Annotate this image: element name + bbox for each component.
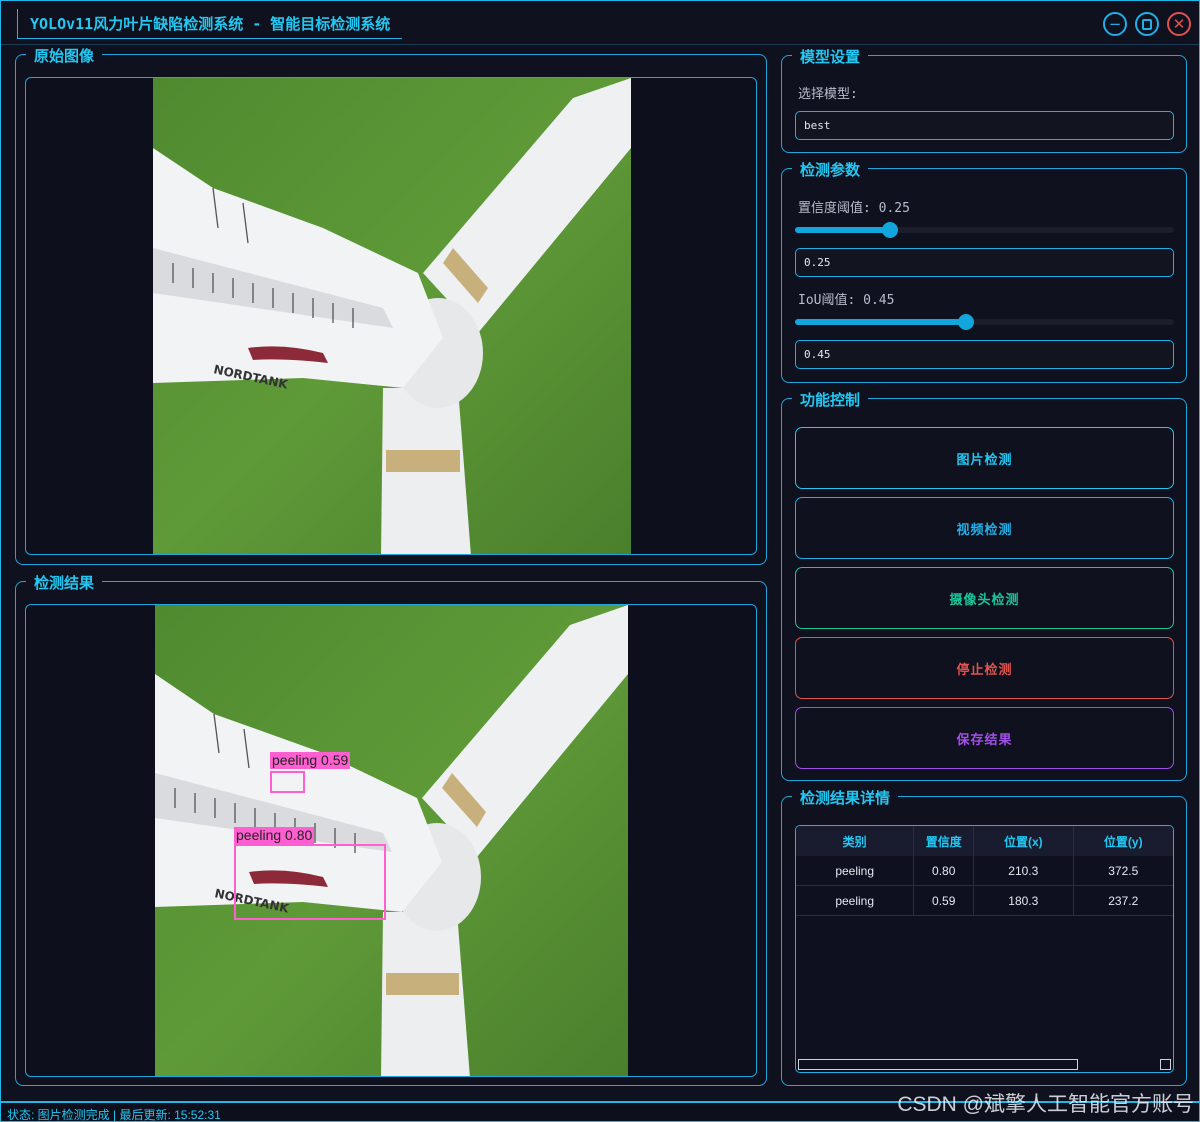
detection-box-1 bbox=[270, 771, 305, 793]
iou-slider-fill bbox=[795, 319, 966, 325]
result-details-panel: 检测结果详情 类别 置信度 位置(x) 位置(y) peeling 0.80 2… bbox=[781, 787, 1187, 1086]
function-control-panel: 功能控制 图片检测 视频检测 摄像头检测 停止检测 保存结果 bbox=[781, 389, 1187, 781]
iou-input[interactable]: 0.45 bbox=[795, 340, 1174, 369]
original-image-view: NORDTANK bbox=[25, 77, 757, 555]
title-bar[interactable]: YOLOv11风力叶片缺陷检测系统 - 智能目标检测系统 − ✕ bbox=[1, 1, 1199, 45]
results-table[interactable]: 类别 置信度 位置(x) 位置(y) peeling 0.80 210.3 37… bbox=[795, 825, 1174, 1073]
panel-title-model: 模型设置 bbox=[792, 46, 869, 67]
camera-detect-button[interactable]: 摄像头检测 bbox=[795, 567, 1174, 629]
minimize-icon[interactable]: − bbox=[1103, 12, 1127, 36]
original-image-panel: 原始图像 NORDTANK bbox=[15, 45, 767, 565]
scrollbar-corner bbox=[1160, 1059, 1171, 1070]
detection-label-2: peeling 0.80 bbox=[234, 827, 315, 844]
result-image: NORDTANK bbox=[155, 605, 628, 1076]
confidence-slider-thumb[interactable] bbox=[881, 222, 898, 238]
cell-class: peeling bbox=[796, 886, 915, 915]
detection-params-panel: 检测参数 置信度阈值: 0.25 0.25 IoU阈值: 0.45 0.45 bbox=[781, 159, 1187, 383]
cell-confidence: 0.59 bbox=[914, 886, 975, 915]
confidence-label: 置信度阈值: 0.25 bbox=[798, 201, 910, 216]
watermark-text: CSDN @斌擎人工智能官方账号 bbox=[897, 1093, 1194, 1116]
column-header-y[interactable]: 位置(y) bbox=[1074, 826, 1173, 856]
cell-y: 372.5 bbox=[1108, 863, 1139, 878]
stop-detect-button[interactable]: 停止检测 bbox=[795, 637, 1174, 699]
model-settings-panel: 模型设置 选择模型: best bbox=[781, 46, 1187, 153]
iou-slider[interactable] bbox=[795, 314, 1174, 330]
detection-label-1: peeling 0.59 bbox=[270, 752, 351, 769]
detection-result-panel: 检测结果 NORDTANK peeling 0.59 peeling 0.80 bbox=[15, 572, 767, 1086]
table-row[interactable]: peeling 0.80 210.3 372.5 bbox=[796, 856, 1173, 886]
cell-x: 210.3 bbox=[974, 856, 1074, 885]
status-text: 状态: 图片检测完成 | 最后更新: 15:52:31 bbox=[7, 1108, 221, 1122]
close-icon[interactable]: ✕ bbox=[1167, 12, 1191, 36]
model-select-label: 选择模型: bbox=[798, 87, 858, 102]
save-result-button[interactable]: 保存结果 bbox=[795, 707, 1174, 769]
cell-y: 237.2 bbox=[1108, 893, 1139, 908]
model-select[interactable]: best bbox=[795, 111, 1174, 140]
main-window: YOLOv11风力叶片缺陷检测系统 - 智能目标检测系统 − ✕ 原始图像 NO… bbox=[0, 0, 1200, 1122]
cell-x: 180.3 bbox=[974, 886, 1074, 915]
detection-box-2 bbox=[234, 844, 386, 920]
original-image: NORDTANK bbox=[153, 78, 631, 554]
iou-slider-thumb[interactable] bbox=[957, 314, 974, 330]
confidence-input[interactable]: 0.25 bbox=[795, 248, 1174, 277]
panel-title-original: 原始图像 bbox=[26, 45, 103, 66]
image-detect-button[interactable]: 图片检测 bbox=[795, 427, 1174, 489]
panel-title-details: 检测结果详情 bbox=[792, 787, 899, 808]
confidence-slider-fill bbox=[795, 227, 890, 233]
panel-title-function: 功能控制 bbox=[792, 389, 869, 410]
window-title: YOLOv11风力叶片缺陷检测系统 - 智能目标检测系统 bbox=[17, 9, 403, 39]
table-header: 类别 置信度 位置(x) 位置(y) bbox=[796, 826, 1173, 856]
maximize-icon[interactable] bbox=[1135, 12, 1159, 36]
column-header-class[interactable]: 类别 bbox=[796, 826, 915, 856]
confidence-slider[interactable] bbox=[795, 222, 1174, 238]
result-image-view: NORDTANK peeling 0.59 peeling 0.80 bbox=[25, 604, 757, 1077]
cell-class: peeling bbox=[796, 856, 915, 885]
panel-title-result: 检测结果 bbox=[26, 572, 103, 593]
column-header-x[interactable]: 位置(x) bbox=[974, 826, 1074, 856]
panel-title-params: 检测参数 bbox=[792, 159, 869, 180]
scrollbar-handle[interactable] bbox=[798, 1059, 1078, 1070]
video-detect-button[interactable]: 视频检测 bbox=[795, 497, 1174, 559]
table-row[interactable]: peeling 0.59 180.3 237.2 bbox=[796, 886, 1173, 916]
cell-confidence: 0.80 bbox=[914, 856, 975, 885]
column-header-confidence[interactable]: 置信度 bbox=[914, 826, 975, 856]
iou-label: IoU阈值: 0.45 bbox=[798, 293, 895, 308]
horizontal-scrollbar[interactable] bbox=[796, 1058, 1173, 1072]
